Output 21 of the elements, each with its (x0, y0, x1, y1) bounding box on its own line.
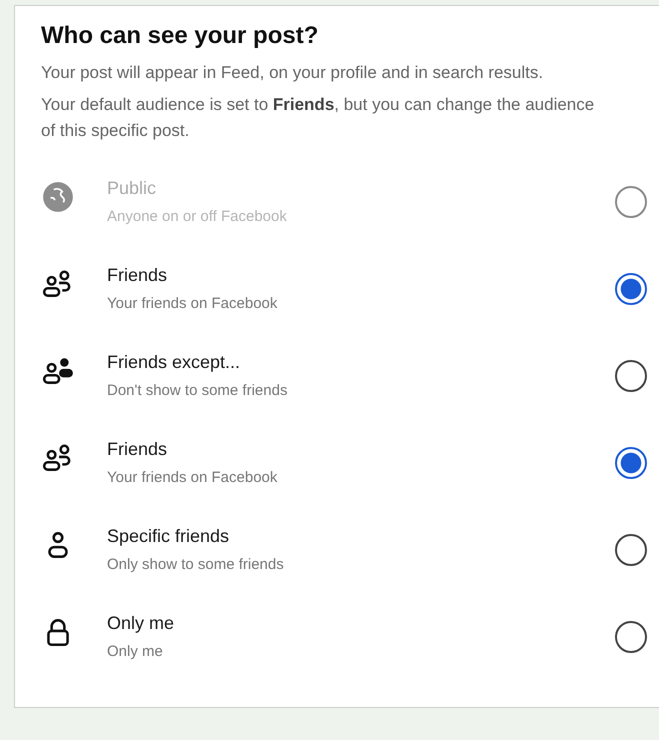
option-label: Friends except... (107, 352, 240, 373)
option-description: Anyone on or off Facebook (107, 208, 287, 225)
dialog-title: Who can see your post? (41, 22, 318, 50)
option-label: Only me (107, 613, 174, 634)
option-description: Don't show to some friends (107, 382, 288, 399)
radio-button[interactable] (615, 272, 647, 304)
option-label: Public (107, 178, 156, 199)
globe-icon (41, 180, 75, 214)
option-label: Friends (107, 265, 168, 286)
description-text: Your post will appear in Feed, on your profile and in search results. (41, 62, 544, 84)
radio-button[interactable] (615, 360, 647, 392)
radio-button[interactable] (615, 620, 647, 652)
description-text: Your default audience is set to Friends, but you can change the audience of this specific post. (41, 94, 596, 142)
radio-button[interactable] (615, 534, 647, 566)
radio-button[interactable] (615, 446, 647, 478)
option-description: Only me (107, 643, 163, 660)
option-label: Friends (107, 439, 168, 460)
option-description: Only show to some friends (107, 556, 284, 573)
option-description: Your friends on Facebook (107, 469, 278, 486)
option-description: Your friends on Facebook (107, 295, 278, 312)
option-label: Specific friends (107, 526, 230, 547)
